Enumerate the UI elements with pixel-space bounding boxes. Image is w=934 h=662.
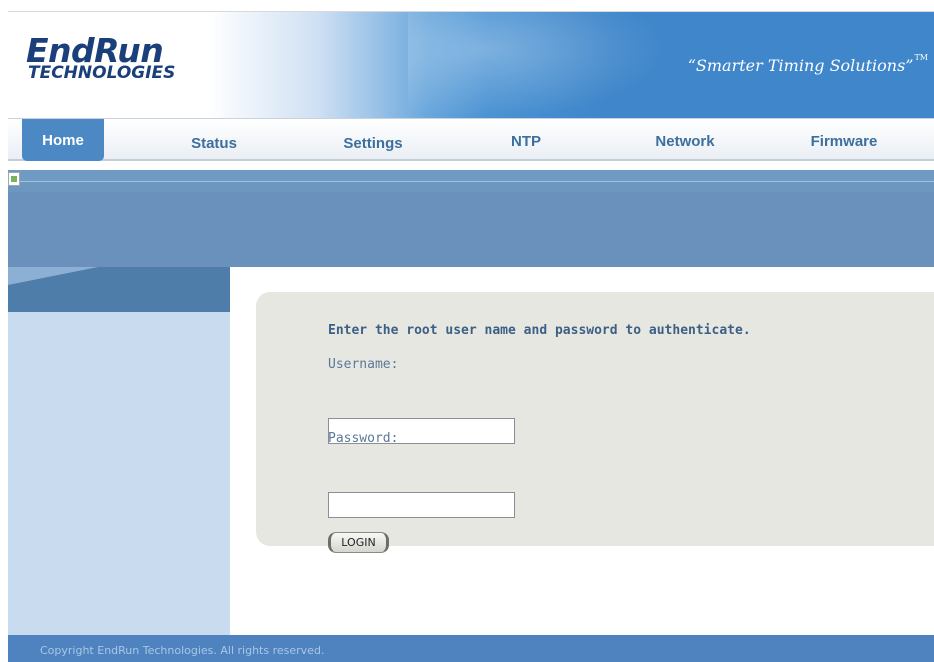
left-sidebar [8,267,230,635]
username-label: Username: [328,357,399,372]
login-form: Enter the root user name and password to… [328,323,751,553]
tab-firmware-label: Firmware [810,133,878,150]
tab-home-label: Home [42,132,84,149]
broken-image-icon [8,172,20,186]
tagline: “Smarter Timing Solutions”TM [687,53,928,75]
tab-settings-label: Settings [343,135,403,152]
sidebar-header [8,267,230,312]
password-input[interactable] [328,492,515,518]
tab-status[interactable]: Status [174,119,254,155]
header-band [8,192,934,267]
tab-settings[interactable]: Settings [328,119,418,155]
tab-ntp[interactable]: NTP [491,119,561,155]
endrun-logo[interactable]: EndRun TECHNOLOGIES [26,34,175,82]
page: EndRun TECHNOLOGIES “Smarter Timing Solu… [0,0,934,662]
tab-status-label: Status [191,135,237,152]
banner-glow [408,12,668,118]
login-heading: Enter the root user name and password to… [328,323,751,338]
logo-subtitle: TECHNOLOGIES [28,63,176,83]
trademark-mark: TM [914,53,928,62]
login-button[interactable]: LOGIN [328,532,389,553]
footer: Copyright EndRun Technologies. All right… [8,635,934,662]
tab-network[interactable]: Network [640,119,730,155]
tagline-text: “Smarter Timing Solutions” [687,56,914,75]
tab-ntp-label: NTP [511,133,541,150]
top-band [8,170,934,192]
tab-firmware[interactable]: Firmware [796,119,892,155]
tab-home[interactable]: Home [22,119,104,161]
password-label: Password: [328,431,399,446]
copyright-text: Copyright EndRun Technologies. All right… [40,644,325,657]
login-panel: Enter the root user name and password to… [256,292,934,553]
header-banner: EndRun TECHNOLOGIES “Smarter Timing Solu… [8,12,934,118]
tab-network-label: Network [655,133,715,150]
main-nav: Home Status Settings NTP Network Firmwar… [8,118,934,161]
